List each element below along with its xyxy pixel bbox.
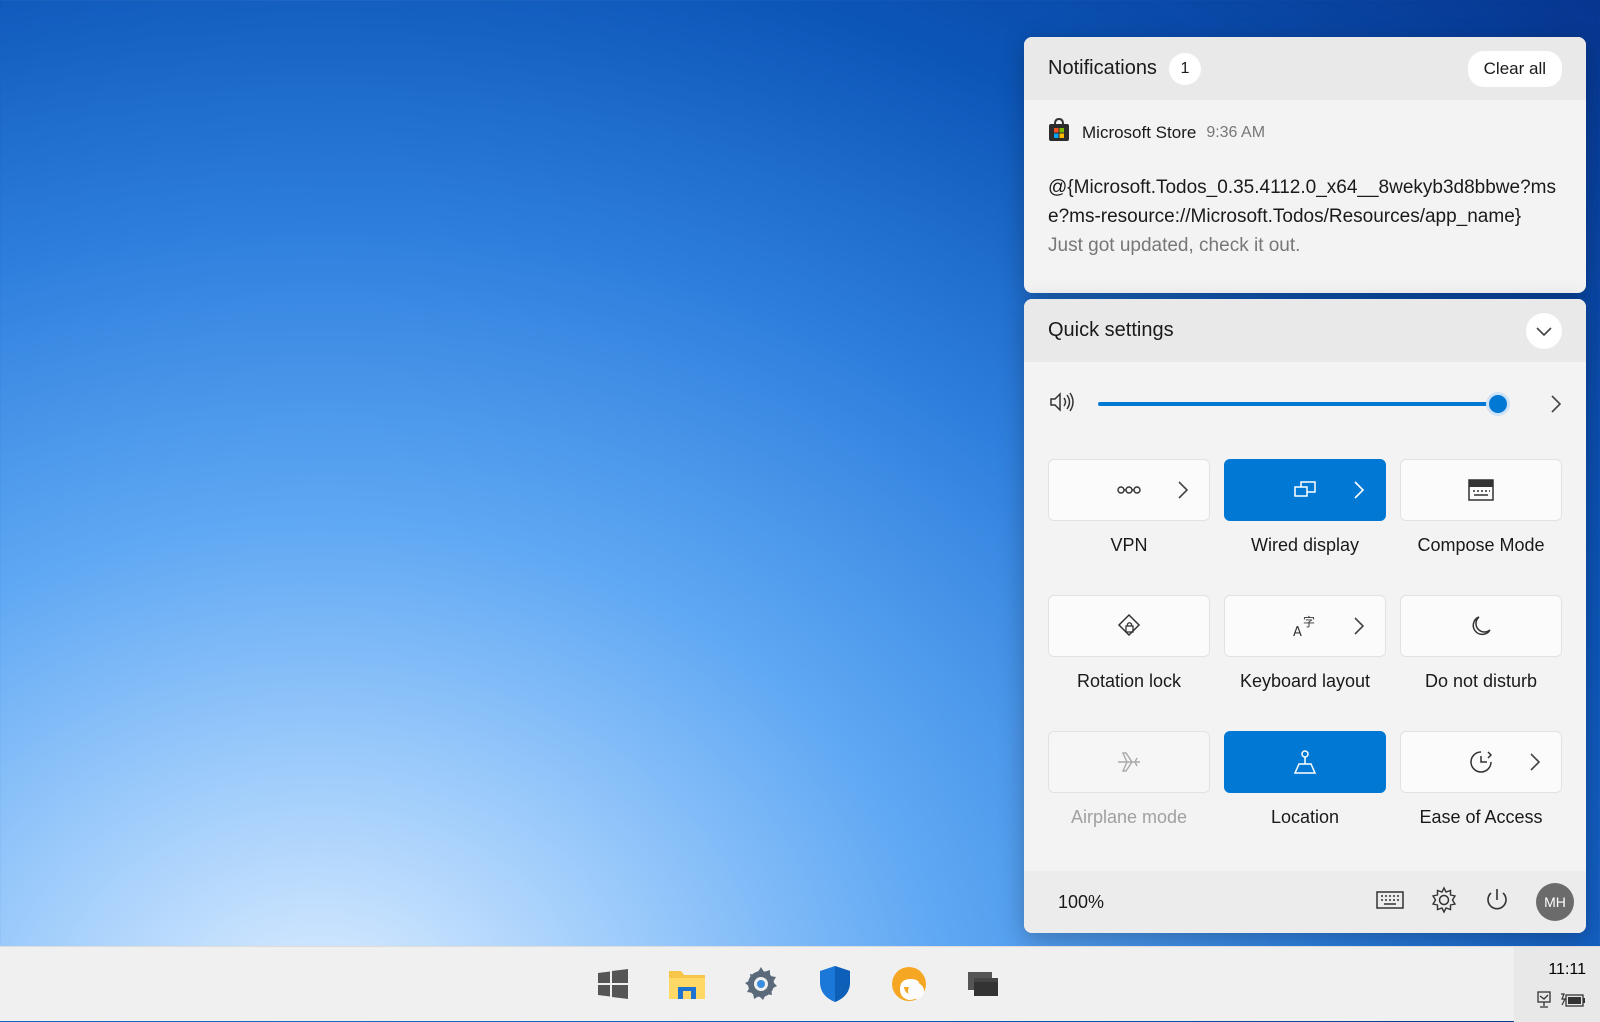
tile-location[interactable]: Location bbox=[1224, 731, 1386, 828]
tile-label: VPN bbox=[1110, 535, 1148, 555]
audio-output-button[interactable] bbox=[1550, 394, 1562, 414]
clear-all-button[interactable]: Clear all bbox=[1467, 50, 1562, 87]
tile-label: Compose Mode bbox=[1417, 535, 1545, 555]
user-avatar[interactable]: MH bbox=[1536, 883, 1574, 921]
windows-security-icon[interactable] bbox=[812, 961, 858, 1007]
taskbar-apps bbox=[590, 961, 1006, 1007]
clock[interactable]: 11:11 bbox=[1548, 961, 1586, 979]
quick-settings-footer: 100% MH bbox=[1024, 871, 1586, 933]
notifications-header: Notifications 1 Clear all bbox=[1024, 37, 1586, 100]
notification-message: @{Microsoft.Todos_0.35.4112.0_x64__8weky… bbox=[1048, 177, 1556, 198]
edge-icon[interactable] bbox=[886, 961, 932, 1007]
tile-label: Rotation lock bbox=[1076, 671, 1182, 691]
tile-label: Wired display bbox=[1250, 535, 1360, 555]
keyboard-layout-icon: A字 bbox=[1293, 614, 1315, 638]
rotation-lock-toggle[interactable] bbox=[1048, 595, 1210, 657]
notification-count-badge: 1 bbox=[1168, 52, 1201, 85]
tile-vpn[interactable]: VPN bbox=[1048, 459, 1210, 556]
chevron-right-icon[interactable] bbox=[1529, 752, 1541, 772]
quick-settings-title: Quick settings bbox=[1048, 319, 1174, 341]
keyboard-icon[interactable] bbox=[1376, 890, 1404, 914]
tile-rotation-lock[interactable]: Rotation lock bbox=[1048, 595, 1210, 692]
svg-text:字: 字 bbox=[1303, 614, 1315, 629]
chevron-right-icon[interactable] bbox=[1353, 616, 1365, 636]
svg-text:A: A bbox=[1293, 625, 1302, 638]
quick-settings-header: Quick settings bbox=[1024, 299, 1586, 362]
taskbar: 11:11 bbox=[0, 946, 1600, 1022]
tile-label: Do not disturb bbox=[1424, 671, 1538, 691]
system-tray[interactable]: 11:11 bbox=[1514, 947, 1600, 1022]
network-icon[interactable] bbox=[1536, 991, 1552, 1014]
keyboard-layout-toggle[interactable]: A字 bbox=[1224, 595, 1386, 657]
volume-slider-thumb[interactable] bbox=[1486, 392, 1510, 416]
microsoft-store-icon bbox=[1048, 117, 1070, 147]
location-toggle[interactable] bbox=[1224, 731, 1386, 793]
notification-item[interactable]: Microsoft Store 9:36 AM @{Microsoft.Todo… bbox=[1024, 100, 1586, 260]
vpn-icon bbox=[1117, 486, 1141, 494]
airplane-mode-toggle[interactable] bbox=[1048, 731, 1210, 793]
do-not-disturb-toggle[interactable] bbox=[1400, 595, 1562, 657]
volume-row bbox=[1048, 389, 1562, 419]
compose-mode-toggle[interactable] bbox=[1400, 459, 1562, 521]
tile-label: Location bbox=[1270, 807, 1340, 827]
collapse-button[interactable] bbox=[1526, 312, 1562, 349]
volume-slider[interactable] bbox=[1098, 392, 1510, 416]
chevron-right-icon[interactable] bbox=[1353, 480, 1365, 500]
vpn-toggle[interactable] bbox=[1048, 459, 1210, 521]
tile-airplane-mode[interactable]: Airplane mode bbox=[1048, 731, 1210, 828]
moon-icon bbox=[1472, 616, 1491, 636]
power-icon[interactable] bbox=[1484, 887, 1510, 918]
file-explorer-icon[interactable] bbox=[664, 961, 710, 1007]
quick-settings-panel: Quick settings VPN Wired display Compose… bbox=[1024, 299, 1586, 933]
chevron-down-icon bbox=[1536, 326, 1552, 336]
keyboard-icon bbox=[1468, 479, 1494, 501]
ease-of-access-icon bbox=[1470, 751, 1493, 773]
battery-percentage[interactable]: 100% bbox=[1058, 892, 1104, 913]
tile-label: Keyboard layout bbox=[1239, 671, 1371, 691]
settings-gear-icon[interactable] bbox=[1430, 885, 1458, 919]
speaker-icon[interactable] bbox=[1048, 390, 1076, 419]
settings-icon[interactable] bbox=[738, 961, 784, 1007]
tile-do-not-disturb[interactable]: Do not disturb bbox=[1400, 595, 1562, 692]
airplane-icon bbox=[1118, 752, 1140, 772]
notification-app-name: Microsoft Store bbox=[1082, 122, 1197, 142]
task-view-icon[interactable] bbox=[960, 961, 1006, 1007]
notifications-panel: Notifications 1 Clear all Microsoft Stor… bbox=[1024, 37, 1586, 293]
notifications-title: Notifications bbox=[1048, 57, 1157, 79]
chevron-right-icon[interactable] bbox=[1177, 480, 1189, 500]
tile-ease-of-access[interactable]: Ease of Access bbox=[1400, 731, 1562, 828]
notification-message-line2: e?ms-resource://Microsoft.Todos/Resource… bbox=[1048, 206, 1522, 227]
windows-start-icon[interactable] bbox=[590, 961, 636, 1007]
rotation-lock-icon bbox=[1117, 613, 1141, 637]
location-icon bbox=[1293, 750, 1317, 774]
tile-label: Ease of Access bbox=[1419, 807, 1543, 827]
tile-label: Airplane mode bbox=[1070, 807, 1188, 827]
tile-compose-mode[interactable]: Compose Mode bbox=[1400, 459, 1562, 556]
wired-display-toggle[interactable] bbox=[1224, 459, 1386, 521]
notification-time: 9:36 AM bbox=[1206, 123, 1266, 141]
chevron-right-icon bbox=[1551, 395, 1562, 413]
battery-charging-icon[interactable] bbox=[1560, 991, 1586, 1014]
tile-keyboard-layout[interactable]: A字 Keyboard layout bbox=[1224, 595, 1386, 692]
notification-subtext: Just got updated, check it out. bbox=[1048, 235, 1301, 256]
ease-of-access-toggle[interactable] bbox=[1400, 731, 1562, 793]
wired-display-icon bbox=[1294, 481, 1316, 497]
tile-wired-display[interactable]: Wired display bbox=[1224, 459, 1386, 556]
